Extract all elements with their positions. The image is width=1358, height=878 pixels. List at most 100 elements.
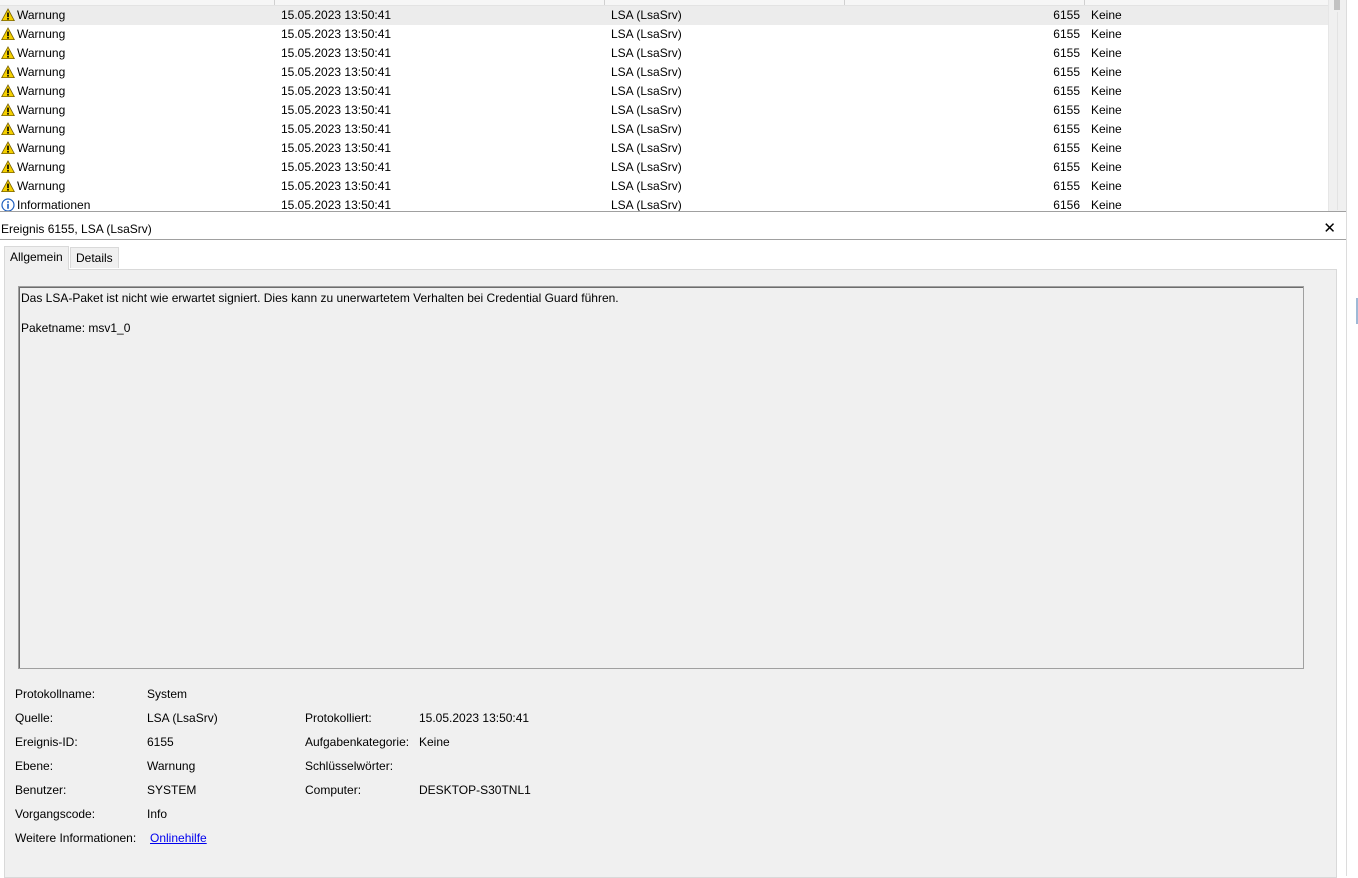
more-info-label: Weitere Informationen: (15, 831, 137, 845)
event-date: 15.05.2023 13:50:41 (281, 27, 392, 41)
warning-icon (1, 27, 15, 41)
event-source: LSA (LsaSrv) (611, 160, 682, 174)
event-id: 6155 (1053, 8, 1080, 22)
event-row[interactable]: Warnung 15.05.2023 13:50:41 LSA (LsaSrv) 61… (0, 120, 1328, 139)
keywords-label: Schlüsselwörter: (305, 759, 394, 773)
event-source: LSA (LsaSrv) (611, 46, 682, 60)
user-label: Benutzer: (15, 783, 67, 797)
event-category: Keine (1091, 46, 1122, 60)
detail-title-bar: Ereignis 6155, LSA (LsaSrv) ✕ (0, 218, 1346, 240)
scrollbar-thumb[interactable] (1334, 0, 1340, 10)
event-date: 15.05.2023 13:50:41 (281, 84, 392, 98)
log-name-label: Protokollname: (15, 687, 96, 701)
event-row[interactable]: Warnung 15.05.2023 13:50:41 LSA (LsaSrv) 61… (0, 63, 1328, 82)
event-date: 15.05.2023 13:50:41 (281, 160, 392, 174)
event-row[interactable]: Warnung 15.05.2023 13:50:41 LSA (LsaSrv) 61… (0, 82, 1328, 101)
task-category-label: Aufgabenkategorie: (305, 735, 410, 749)
online-help-link[interactable]: Onlinehilfe (150, 831, 207, 845)
event-id: 6155 (1053, 27, 1080, 41)
event-list[interactable]: Warnung 15.05.2023 13:50:41 LSA (LsaSrv) 61… (0, 0, 1328, 212)
opcode-value: Info (147, 807, 168, 821)
warning-icon (1, 103, 15, 117)
event-category: Keine (1091, 65, 1122, 79)
event-list-scrollbar[interactable] (1328, 0, 1346, 212)
event-id: 6155 (1053, 84, 1080, 98)
event-level: Warnung (17, 46, 66, 60)
event-level: Warnung (17, 141, 66, 155)
scrollbar-track[interactable] (1337, 12, 1338, 210)
event-source: LSA (LsaSrv) (611, 179, 682, 193)
source-value: LSA (LsaSrv) (147, 711, 218, 725)
event-id: 6155 (1053, 103, 1080, 117)
event-level: Informationen (17, 198, 91, 212)
event-level: Warnung (17, 8, 66, 22)
event-id: 6155 (1053, 122, 1080, 136)
event-category: Keine (1091, 84, 1122, 98)
window-right-edge (1346, 0, 1358, 876)
event-date: 15.05.2023 13:50:41 (281, 122, 392, 136)
event-category: Keine (1091, 179, 1122, 193)
warning-icon (1, 46, 15, 60)
event-id: 6156 (1053, 198, 1080, 212)
event-id: 6155 (1053, 141, 1080, 155)
event-date: 15.05.2023 13:50:41 (281, 179, 392, 193)
event-level: Warnung (17, 84, 66, 98)
tab-details[interactable]: Details (70, 247, 119, 268)
event-row[interactable]: Warnung 15.05.2023 13:50:41 LSA (LsaSrv) 61… (0, 25, 1328, 44)
warning-icon (1, 65, 15, 79)
event-level: Warnung (17, 160, 66, 174)
event-row[interactable]: Warnung 15.05.2023 13:50:41 LSA (LsaSrv) 61… (0, 158, 1328, 177)
event-category: Keine (1091, 122, 1122, 136)
event-level: Warnung (17, 103, 66, 117)
close-icon[interactable]: ✕ (1323, 219, 1336, 237)
event-level: Warnung (17, 122, 66, 136)
task-category-value: Keine (419, 735, 450, 749)
event-level: Warnung (17, 179, 66, 193)
event-message-package: Paketname: msv1_0 (21, 321, 131, 335)
event-row[interactable]: Warnung 15.05.2023 13:50:41 LSA (LsaSrv) 61… (0, 6, 1328, 25)
warning-icon (1, 179, 15, 193)
event-id: 6155 (1053, 179, 1080, 193)
event-row[interactable]: Warnung 15.05.2023 13:50:41 LSA (LsaSrv) 61… (0, 139, 1328, 158)
event-category: Keine (1091, 198, 1122, 212)
detail-title: Ereignis 6155, LSA (LsaSrv) (1, 222, 152, 236)
warning-icon (1, 8, 15, 22)
event-source: LSA (LsaSrv) (611, 122, 682, 136)
level-label: Ebene: (15, 759, 54, 773)
event-level: Warnung (17, 65, 66, 79)
event-row[interactable]: Warnung 15.05.2023 13:50:41 LSA (LsaSrv) 61… (0, 101, 1328, 120)
event-source: LSA (LsaSrv) (611, 8, 682, 22)
event-level: Warnung (17, 27, 66, 41)
event-category: Keine (1091, 103, 1122, 117)
event-id: 6155 (1053, 65, 1080, 79)
event-source: LSA (LsaSrv) (611, 141, 682, 155)
event-date: 15.05.2023 13:50:41 (281, 8, 392, 22)
event-source: LSA (LsaSrv) (611, 198, 682, 212)
event-detail-pane: Ereignis 6155, LSA (LsaSrv) ✕ Allgemein … (0, 218, 1346, 878)
event-category: Keine (1091, 141, 1122, 155)
event-message-box[interactable]: Das LSA-Paket ist nicht wie erwartet sig… (18, 286, 1304, 669)
warning-icon (1, 160, 15, 174)
event-row[interactable]: Warnung 15.05.2023 13:50:41 LSA (LsaSrv) 61… (0, 44, 1328, 63)
event-date: 15.05.2023 13:50:41 (281, 103, 392, 117)
opcode-label: Vorgangscode: (15, 807, 96, 821)
event-date: 15.05.2023 13:50:41 (281, 65, 392, 79)
computer-label: Computer: (305, 783, 362, 797)
event-source: LSA (LsaSrv) (611, 84, 682, 98)
event-date: 15.05.2023 13:50:41 (281, 46, 392, 60)
event-source: LSA (LsaSrv) (611, 27, 682, 41)
tab-content-general: Das LSA-Paket ist nicht wie erwartet sig… (4, 269, 1337, 878)
event-row[interactable]: Warnung 15.05.2023 13:50:41 LSA (LsaSrv) 61… (0, 177, 1328, 196)
event-id: 6155 (1053, 46, 1080, 60)
event-date: 15.05.2023 13:50:41 (281, 141, 392, 155)
event-message-text: Das LSA-Paket ist nicht wie erwartet sig… (21, 291, 619, 305)
logged-label: Protokolliert: (305, 711, 372, 725)
info-icon (1, 198, 15, 212)
event-source: LSA (LsaSrv) (611, 103, 682, 117)
event-row[interactable]: Informationen 15.05.2023 13:50:41 LSA (Lsa… (0, 196, 1328, 212)
event-id-value: 6155 (147, 735, 174, 749)
logged-value: 15.05.2023 13:50:41 (419, 711, 530, 725)
event-id: 6155 (1053, 160, 1080, 174)
level-value: Warnung (147, 759, 196, 773)
tab-allgemein[interactable]: Allgemein (4, 246, 69, 270)
